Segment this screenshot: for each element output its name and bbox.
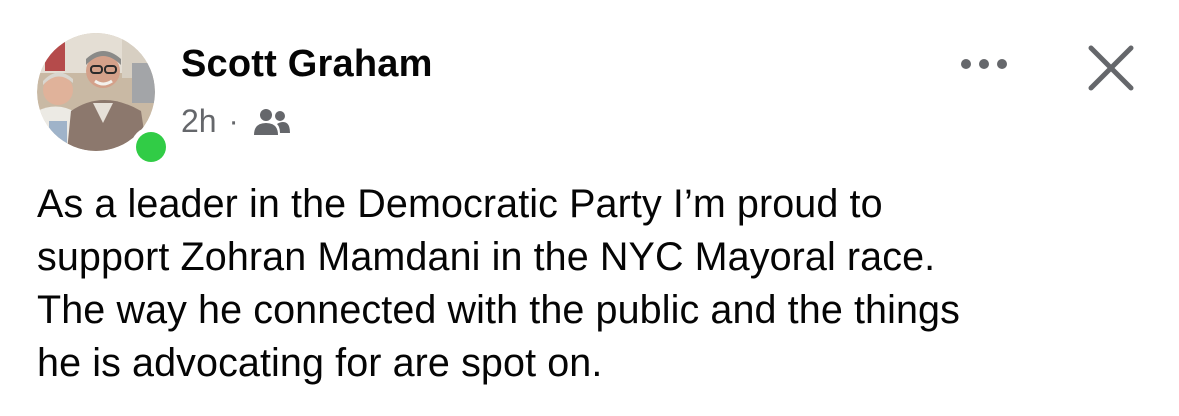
post-meta: 2h ·	[181, 103, 291, 140]
post-card: Scott Graham 2h · As a leader in the Dem…	[0, 0, 1179, 416]
more-options-icon	[979, 59, 989, 69]
post-body-text: As a leader in the Democratic Party I’m …	[37, 182, 960, 385]
meta-separator: ·	[228, 104, 239, 138]
author-avatar[interactable]	[37, 33, 171, 167]
more-options-icon	[997, 59, 1007, 69]
more-options-button[interactable]	[954, 44, 1014, 84]
close-icon[interactable]	[1081, 38, 1141, 98]
friends-audience-icon[interactable]	[253, 107, 291, 137]
post-timestamp[interactable]: 2h	[181, 103, 217, 140]
author-name[interactable]: Scott Graham	[181, 43, 433, 86]
more-options-icon	[961, 59, 971, 69]
online-status-indicator	[131, 127, 171, 167]
